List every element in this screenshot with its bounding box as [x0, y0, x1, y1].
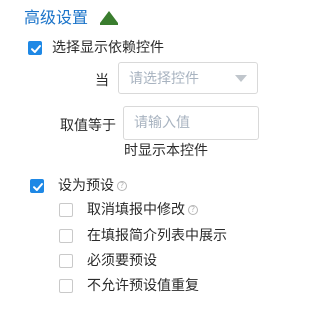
- preset-option-label: 取消填报中修改: [87, 202, 185, 218]
- check-icon: [33, 183, 43, 191]
- preset-option-row[interactable]: 必须要预设: [59, 252, 157, 270]
- help-icon[interactable]: ?: [117, 181, 127, 191]
- check-icon: [31, 45, 41, 53]
- preset-option-label: 必须要预设: [87, 253, 157, 269]
- advanced-settings-header[interactable]: 高级设置: [24, 8, 119, 28]
- control-select-placeholder: 请选择控件: [129, 71, 199, 87]
- preset-option-row[interactable]: 取消填报中修改 ?: [59, 201, 198, 219]
- value-input[interactable]: [123, 106, 259, 140]
- preset-option-row[interactable]: 在填报简介列表中展示: [59, 227, 227, 245]
- preset-option-checkbox[interactable]: [59, 203, 73, 217]
- preset-option-row[interactable]: 不允许预设值重复: [59, 277, 199, 295]
- preset-checkbox-label: 设为预设: [58, 178, 114, 194]
- preset-option-checkbox[interactable]: [59, 229, 73, 243]
- preset-option-checkbox[interactable]: [59, 254, 73, 268]
- control-select[interactable]: 请选择控件: [118, 62, 258, 94]
- dependency-checkbox-label: 选择显示依赖控件: [52, 40, 164, 56]
- help-icon[interactable]: ?: [188, 205, 198, 215]
- preset-checkbox[interactable]: [30, 179, 44, 193]
- preset-option-label: 在填报简介列表中展示: [87, 228, 227, 244]
- collapse-triangle-icon[interactable]: [100, 11, 119, 25]
- chevron-down-icon: [235, 74, 247, 82]
- when-label: 当: [95, 73, 109, 89]
- preset-checkbox-row[interactable]: 设为预设 ?: [30, 177, 127, 195]
- advanced-settings-title: 高级设置: [24, 8, 89, 27]
- preset-option-label: 不允许预设值重复: [87, 278, 199, 294]
- equals-label: 取值等于: [60, 118, 116, 134]
- preset-option-checkbox[interactable]: [59, 279, 73, 293]
- dependency-checkbox[interactable]: [28, 41, 42, 55]
- dependency-checkbox-row[interactable]: 选择显示依赖控件: [28, 39, 164, 57]
- show-control-suffix: 时显示本控件: [124, 143, 208, 159]
